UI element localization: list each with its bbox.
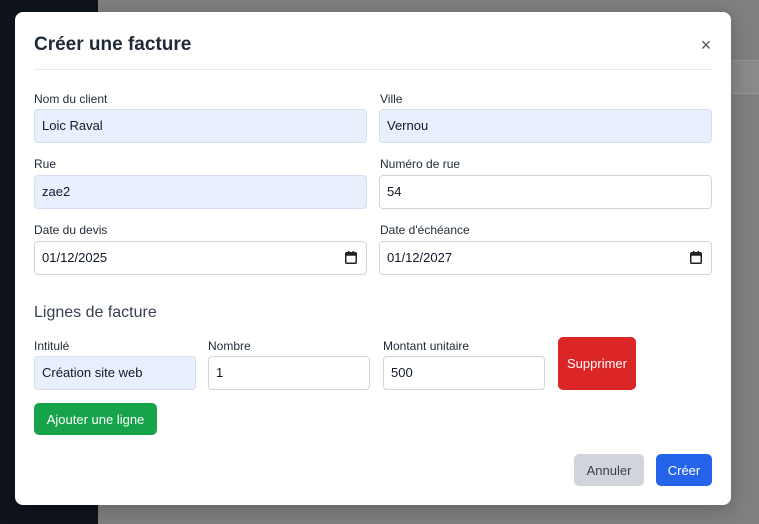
due-date-field[interactable]: 01/12/2027: [379, 241, 712, 275]
calendar-icon[interactable]: [345, 251, 357, 264]
due-date-label: Date d'échéance: [380, 223, 470, 237]
line-unit-amount-header: Montant unitaire: [383, 339, 470, 353]
header-divider: [34, 69, 712, 70]
quote-date-label: Date du devis: [34, 223, 108, 237]
street-input[interactable]: zae2: [34, 175, 367, 209]
modal-title: Créer une facture: [34, 34, 192, 55]
close-icon[interactable]: ×: [697, 36, 715, 54]
line-quantity-input[interactable]: 1: [208, 356, 370, 390]
create-invoice-modal: Créer une facture × Nom du client Loic R…: [15, 12, 731, 505]
quote-date-input[interactable]: 01/12/2025: [34, 241, 367, 275]
street-number-label: Numéro de rue: [380, 157, 461, 171]
line-label-header: Intitulé: [34, 339, 70, 353]
add-line-button[interactable]: Ajouter une ligne: [34, 403, 157, 435]
quote-date-field[interactable]: 01/12/2025: [34, 241, 367, 275]
create-button[interactable]: Créer: [656, 454, 712, 486]
city-input[interactable]: Vernou: [379, 109, 712, 143]
calendar-icon[interactable]: [690, 251, 702, 264]
due-date-input[interactable]: 01/12/2027: [379, 241, 712, 275]
delete-line-button[interactable]: Supprimer: [558, 337, 636, 390]
street-number-input[interactable]: 54: [379, 175, 712, 209]
line-unit-amount-input[interactable]: 500: [383, 356, 545, 390]
line-label-input[interactable]: Création site web: [34, 356, 196, 390]
line-quantity-header: Nombre: [208, 339, 251, 353]
street-label: Rue: [34, 157, 57, 171]
city-label: Ville: [380, 92, 403, 106]
background-header-strip: [731, 60, 759, 94]
cancel-button[interactable]: Annuler: [574, 454, 644, 486]
invoice-lines-title: Lignes de facture: [34, 304, 157, 321]
client-name-input[interactable]: Loic Raval: [34, 109, 367, 143]
client-name-label: Nom du client: [34, 92, 108, 106]
